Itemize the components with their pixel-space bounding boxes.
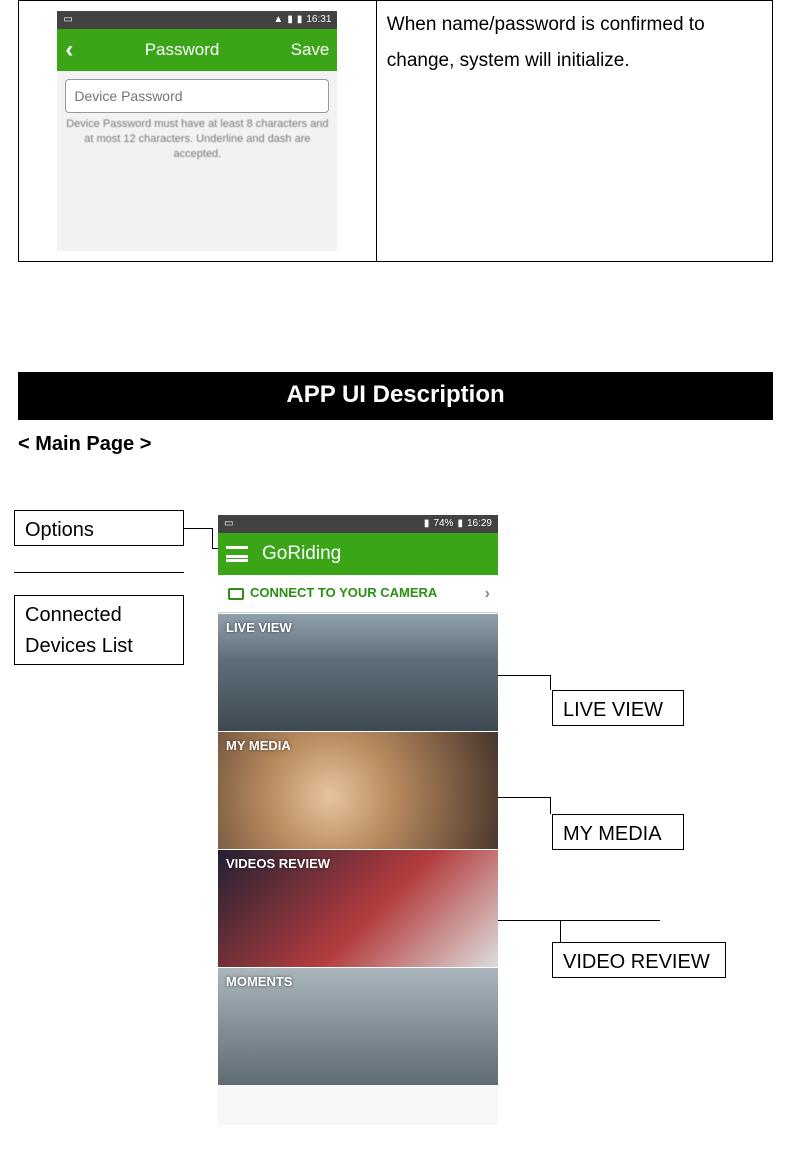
camera-icon (228, 588, 244, 600)
password-body: Device Password must have at least 8 cha… (57, 71, 337, 170)
callout-options-label: Options (25, 519, 94, 541)
tile-moments-label: MOMENTS (226, 974, 292, 989)
status-right-icons: ▮ 74% ▮ 16:29 (424, 516, 492, 532)
chevron-right-icon: › (485, 581, 490, 607)
status-bar: ▭ ▲ ▮ ▮ 16:31 (57, 11, 337, 29)
tile-mymedia-label: MY MEDIA (226, 738, 291, 753)
status-left-icons: ▭ (63, 12, 72, 28)
divider-line (14, 572, 184, 573)
tile-liveview-label: LIVE VIEW (226, 620, 292, 635)
device-password-input[interactable] (65, 79, 329, 113)
mainpage-header: GoRiding (218, 533, 498, 575)
app-indicator-icon: ▭ (63, 12, 72, 28)
tile-videosreview[interactable]: VIDEOS REVIEW (218, 849, 498, 967)
callout-videoreview-label: VIDEO REVIEW (563, 951, 710, 973)
callout-mymedia-label: MY MEDIA (563, 823, 662, 845)
subheading-main-page: < Main Page > (18, 428, 791, 460)
password-description-cell: When name/password is confirmed to chang… (376, 1, 772, 262)
signal-icon: ▮ (287, 12, 293, 28)
leader-line (184, 528, 212, 529)
password-phone-mock: ▭ ▲ ▮ ▮ 16:31 ‹ Password Save De (57, 11, 337, 251)
connect-camera-row[interactable]: CONNECT TO YOUR CAMERA › (218, 575, 498, 613)
tile-videosreview-label: VIDEOS REVIEW (226, 856, 330, 871)
callout-videoreview: VIDEO REVIEW (552, 942, 726, 978)
callout-mymedia: MY MEDIA (552, 814, 684, 850)
leader-line (550, 797, 551, 814)
callout-options: Options (14, 510, 184, 546)
wifi-icon: ▲ (273, 12, 283, 28)
tile-moments[interactable]: MOMENTS (218, 967, 498, 1085)
hamburger-menu-icon[interactable] (226, 546, 248, 562)
back-icon[interactable]: ‹ (65, 31, 73, 69)
password-description-text: When name/password is confirmed to chang… (387, 14, 705, 71)
mainpage-phone-mock: ▭ ▮ 74% ▮ 16:29 GoRiding CONNECT TO YOUR… (218, 515, 498, 1125)
password-hint-text: Device Password must have at least 8 cha… (65, 117, 329, 162)
status-left-icons: ▭ (224, 516, 233, 532)
app-title: GoRiding (262, 539, 341, 569)
callout-liveview-label: LIVE VIEW (563, 699, 663, 721)
top-row-table: ▭ ▲ ▮ ▮ 16:31 ‹ Password Save De (18, 0, 773, 262)
callout-connected-label: Connected Devices List (25, 604, 133, 657)
clock-text: 16:29 (467, 516, 492, 532)
connect-label: CONNECT TO YOUR CAMERA (250, 583, 437, 604)
password-header: ‹ Password Save (57, 29, 337, 71)
status-right-icons: ▲ ▮ ▮ 16:31 (273, 12, 331, 28)
tile-liveview[interactable]: LIVE VIEW (218, 613, 498, 731)
save-button[interactable]: Save (291, 36, 330, 63)
battery-percent: 74% (433, 516, 453, 532)
battery-icon: ▮ (457, 516, 463, 532)
leader-line (550, 675, 551, 690)
password-screenshot-cell: ▭ ▲ ▮ ▮ 16:31 ‹ Password Save De (19, 1, 377, 262)
leader-line (212, 528, 213, 548)
tile-mymedia[interactable]: MY MEDIA (218, 731, 498, 849)
clock-text: 16:31 (306, 12, 331, 28)
password-title: Password (145, 36, 220, 63)
status-bar: ▭ ▮ 74% ▮ 16:29 (218, 515, 498, 533)
callout-liveview: LIVE VIEW (552, 690, 684, 726)
callout-connected-devices: Connected Devices List (14, 595, 184, 665)
signal-icon: ▮ (424, 516, 430, 532)
leader-line (560, 920, 561, 942)
main-page-diagram: Options Connected Devices List LIVE VIEW… (0, 510, 791, 1150)
battery-icon: ▮ (297, 12, 303, 28)
section-header: APP UI Description (18, 372, 773, 420)
app-indicator-icon: ▭ (224, 516, 233, 532)
